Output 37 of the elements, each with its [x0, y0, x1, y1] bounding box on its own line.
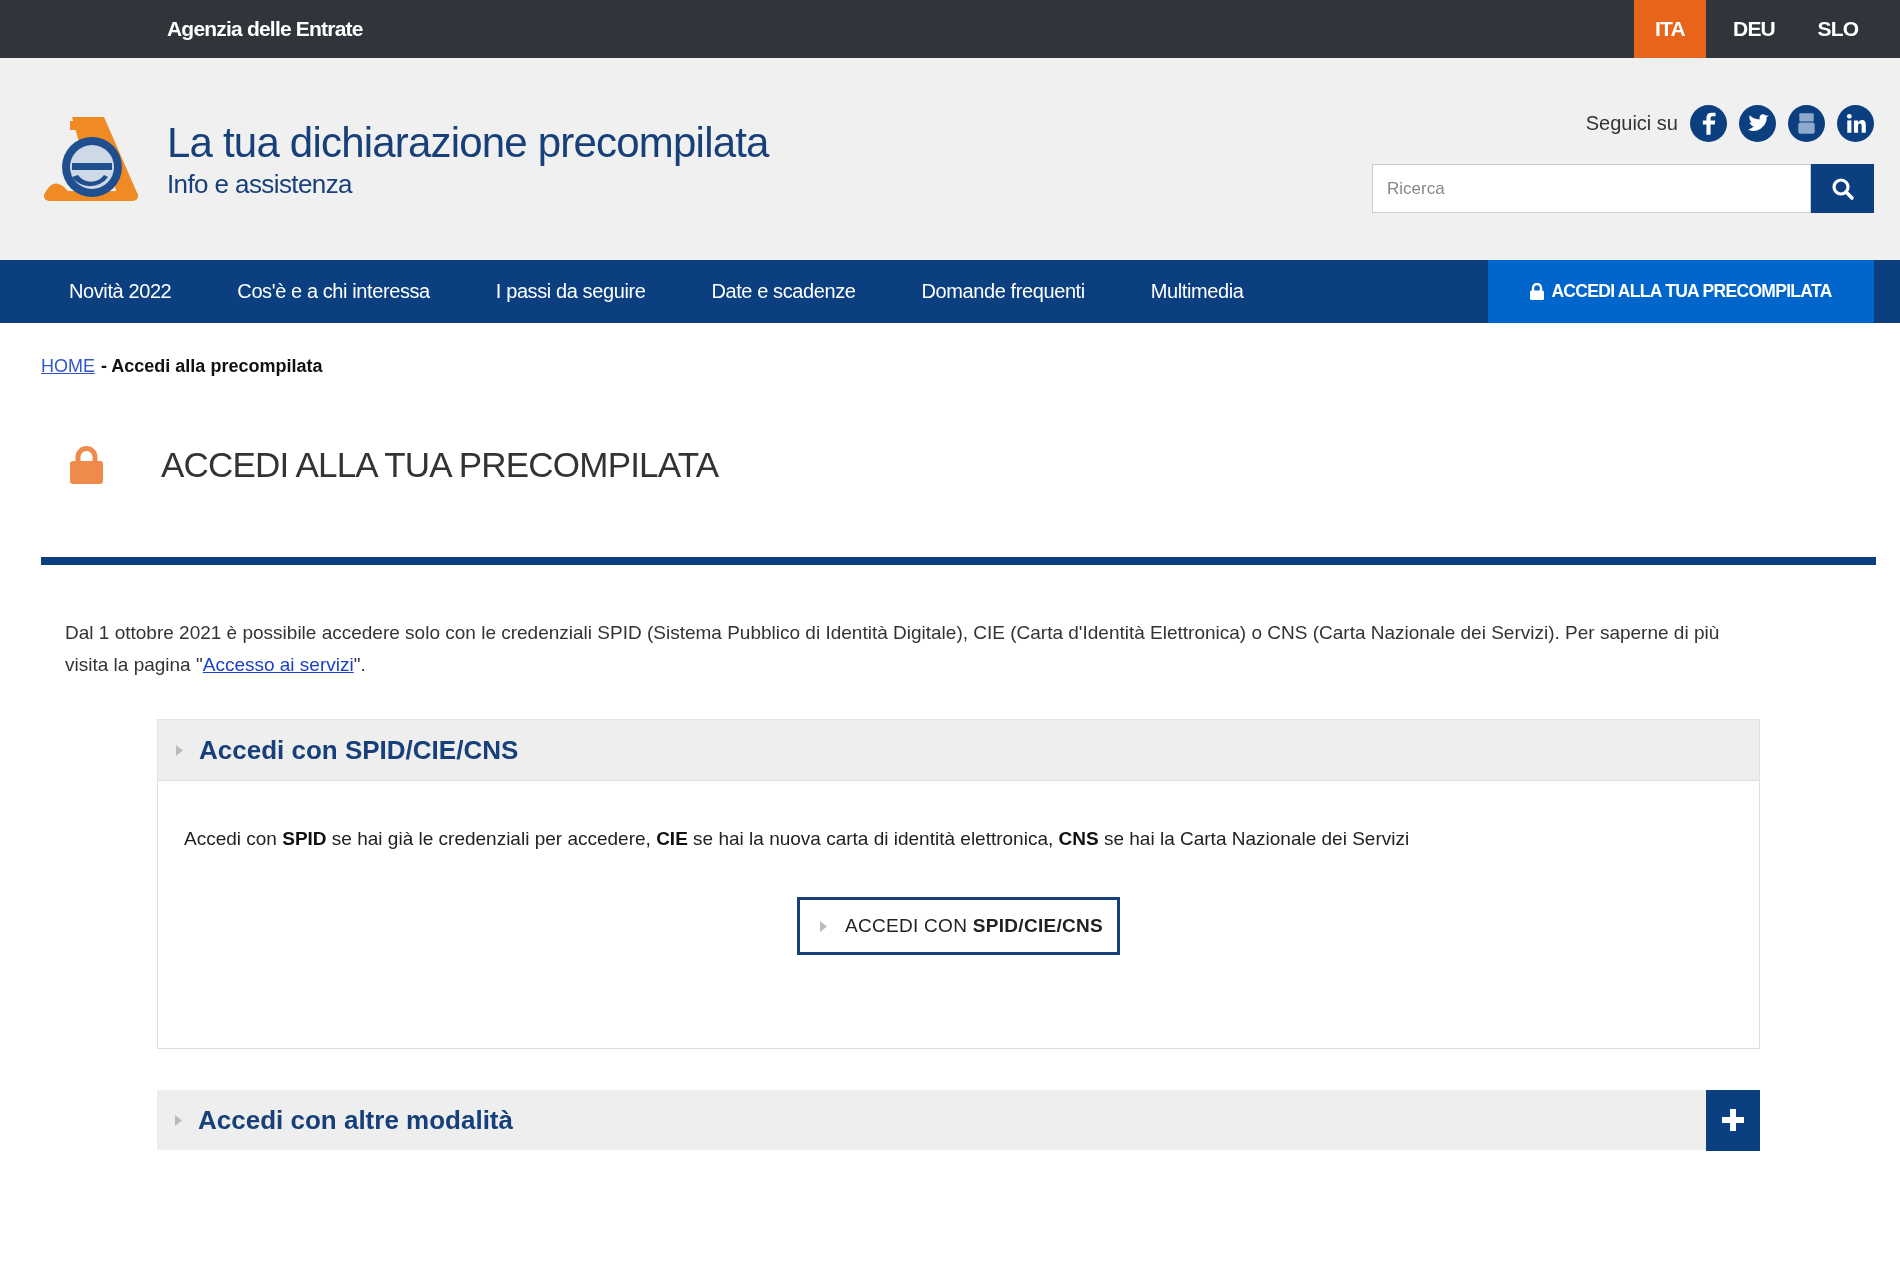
intro-paragraph: Dal 1 ottobre 2021 è possibile accedere solo con le credenziali SPID (Sistema Pubblico di Identità Digitale), CIE (Carta d'Identità Elettronica) o CNS (Carta Nazionale dei Servizi). Per saperne di più visita la pagina "Accesso ai servizi". — [65, 621, 1721, 677]
accordion-header[interactable]: Accedi con altre modalità — [157, 1090, 1760, 1150]
twitter-icon[interactable] — [1739, 105, 1776, 142]
accordion-text: Accedi con SPID se hai già le credenziali per accedere, CIE se hai la nuova carta di identità elettronica, CNS se hai la Carta Nazionale dei Servizi — [184, 828, 1411, 850]
site-subtitle: Info e assistenza — [167, 168, 354, 200]
search-field[interactable]: Ricerca — [1372, 164, 1811, 213]
search-icon — [1830, 176, 1855, 201]
breadcrumb-current: - Accedi alla precompilata — [101, 356, 323, 377]
language-tab[interactable]: SLO — [1802, 0, 1874, 58]
home-link[interactable]: HOME — [41, 356, 95, 377]
site-title: La tua dichiarazione precompilata — [167, 118, 769, 167]
services-link[interactable]: Accesso ai servizi — [202, 654, 354, 675]
accordion-title: Accedi con SPID/CIE/CNS — [199, 734, 520, 766]
lock-icon — [1530, 283, 1545, 300]
nav-link[interactable]: Domande frequenti — [901, 280, 1105, 303]
lock-icon — [70, 446, 103, 484]
linkedin-icon[interactable] — [1837, 105, 1874, 142]
caret-icon — [819, 920, 827, 932]
nav-link[interactable]: Date e scadenze — [691, 280, 876, 303]
caret-icon — [175, 1114, 182, 1126]
accordion-header[interactable]: Accedi con SPID/CIE/CNS — [157, 719, 1760, 781]
agency-name: Agenzia delle Entrate — [167, 17, 364, 41]
page-heading: ACCEDI ALLA TUA PRECOMPILATA — [161, 445, 719, 485]
search-button[interactable] — [1811, 164, 1874, 213]
facebook-icon[interactable] — [1690, 105, 1727, 142]
plus-icon — [1722, 1109, 1744, 1131]
accordion-title: Accedi con altre modalità — [198, 1104, 514, 1136]
language-tab[interactable]: DEU — [1718, 0, 1790, 58]
nav-link[interactable]: I passi da seguire — [475, 280, 666, 303]
login-button[interactable]: ACCEDI CON SPID/CIE/CNS — [796, 897, 1121, 955]
expand-button[interactable] — [1706, 1089, 1760, 1151]
nav-link[interactable]: Novità 2022 — [49, 280, 192, 303]
nav-link[interactable]: Multimedia — [1130, 280, 1264, 303]
login-button[interactable]: ACCEDI ALLA TUA PRECOMPILATA — [1488, 260, 1874, 323]
follow-label: Seguici su — [1585, 112, 1678, 135]
nav-link[interactable]: Cos'è e a chi interessa — [217, 280, 450, 303]
caret-icon — [176, 744, 183, 756]
